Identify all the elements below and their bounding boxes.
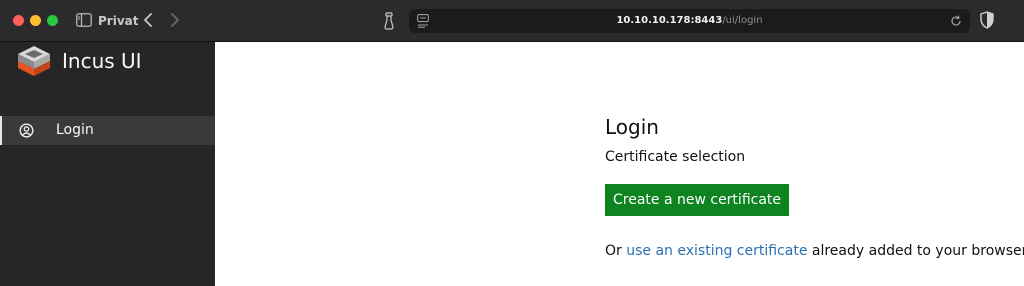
user-icon bbox=[19, 123, 34, 138]
app-name: Incus UI bbox=[62, 49, 142, 73]
extension-icon[interactable] bbox=[383, 12, 395, 30]
sidebar-toggle-icon[interactable] bbox=[76, 13, 92, 27]
url-text[interactable]: 10.10.10.178:8443/ui/login bbox=[409, 9, 970, 33]
hint-prefix: Or bbox=[605, 243, 627, 259]
minimize-window-button[interactable] bbox=[30, 15, 41, 26]
incus-logo-icon bbox=[18, 46, 50, 76]
page-title: Login bbox=[605, 115, 659, 139]
profile-label[interactable]: Privat bbox=[98, 12, 138, 30]
url-host: 10.10.10.178:8443 bbox=[616, 15, 723, 26]
browser-toolbar: Privat 10.10.10.178:8443/ui/login bbox=[0, 0, 1024, 42]
create-certificate-button[interactable]: Create a new certificate bbox=[605, 184, 789, 216]
certificate-selection-subtitle: Certificate selection bbox=[605, 149, 746, 165]
use-existing-certificate-link[interactable]: use an existing certificate bbox=[626, 243, 807, 259]
close-window-button[interactable] bbox=[13, 15, 24, 26]
forward-arrow-icon[interactable] bbox=[168, 12, 182, 28]
active-indicator bbox=[0, 116, 2, 145]
sidebar-item-label: Login bbox=[56, 122, 94, 138]
address-bar[interactable]: 10.10.10.178:8443/ui/login bbox=[409, 9, 970, 33]
hint-suffix: already added to your browser bbox=[807, 243, 1024, 259]
back-arrow-icon[interactable] bbox=[141, 12, 155, 28]
reload-icon[interactable] bbox=[950, 15, 962, 27]
maximize-window-button[interactable] bbox=[47, 15, 58, 26]
url-path: /ui/login bbox=[722, 15, 763, 26]
main-content: Login Certificate selection Create a new… bbox=[215, 42, 1024, 286]
existing-certificate-hint: Or use an existing certificate already a… bbox=[605, 242, 1024, 260]
app-sidebar: Incus UI Login bbox=[0, 42, 215, 286]
shield-icon[interactable] bbox=[980, 11, 994, 29]
sidebar-item-login[interactable]: Login bbox=[0, 116, 215, 145]
